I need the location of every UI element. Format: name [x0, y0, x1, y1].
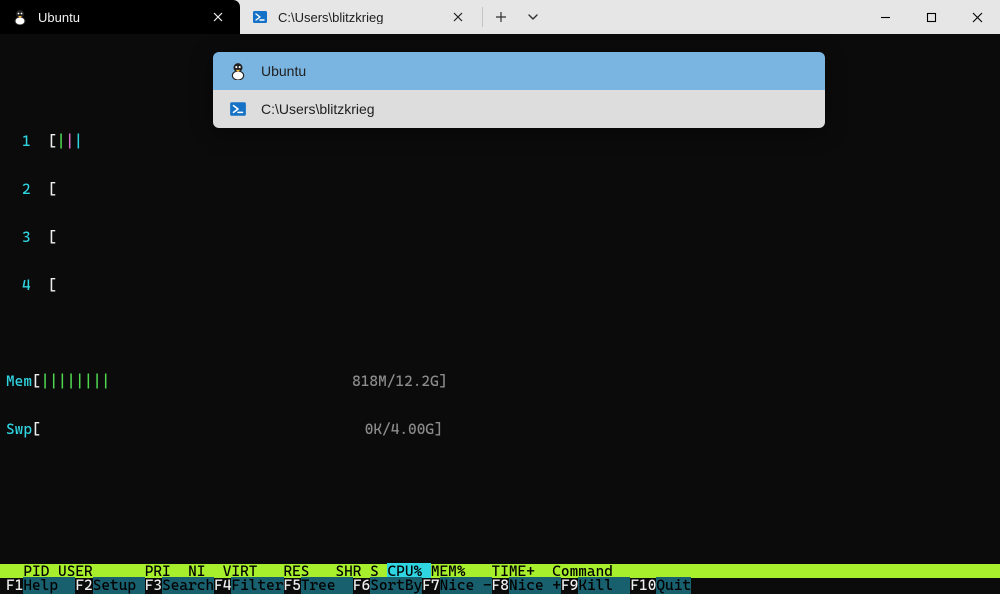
tab-title: Ubuntu [38, 11, 198, 24]
window-titlebar: Ubuntu C:\Users\blitzkrieg [0, 0, 1000, 34]
maximize-button[interactable] [908, 0, 954, 34]
tab-switcher-dropdown: Ubuntu C:\Users\blitzkrieg [213, 52, 825, 128]
dropdown-item-label: C:\Users\blitzkrieg [261, 102, 375, 116]
dropdown-item-ubuntu[interactable]: Ubuntu [213, 52, 825, 90]
swap-meter: Swp[0K/4.00G] [0, 422, 1000, 438]
powershell-icon [252, 9, 268, 25]
tab-separator [482, 7, 483, 27]
tab-title: C:\Users\blitzkrieg [278, 11, 438, 24]
new-tab-button[interactable] [485, 0, 517, 34]
close-window-button[interactable] [954, 0, 1000, 34]
tux-icon [12, 9, 28, 25]
dropdown-item-powershell[interactable]: C:\Users\blitzkrieg [213, 90, 825, 128]
tab-powershell[interactable]: C:\Users\blitzkrieg [240, 0, 480, 34]
window-controls [862, 0, 1000, 34]
tux-icon [229, 62, 247, 80]
cpu-index: 1 [22, 133, 31, 150]
cpu-meters: 1 [||| 2 [ 3 [ 4 [ [0, 102, 1000, 326]
tab-ubuntu[interactable]: Ubuntu [0, 0, 240, 34]
tab-close-button[interactable] [448, 7, 468, 27]
tab-close-button[interactable] [208, 7, 228, 27]
cpu-index: 2 [22, 181, 31, 198]
minimize-button[interactable] [862, 0, 908, 34]
cpu-index: 3 [22, 229, 31, 246]
function-key-bar[interactable]: F1Help F2Setup F3SearchF4FilterF5Tree F6… [0, 578, 1000, 594]
dropdown-item-label: Ubuntu [261, 64, 306, 78]
tab-dropdown-button[interactable] [517, 0, 549, 34]
powershell-icon [229, 100, 247, 118]
memory-meter: Mem[||||||||818M/12.2G] [0, 374, 1000, 390]
titlebar-spacer [549, 0, 862, 34]
cpu-index: 4 [22, 277, 31, 294]
